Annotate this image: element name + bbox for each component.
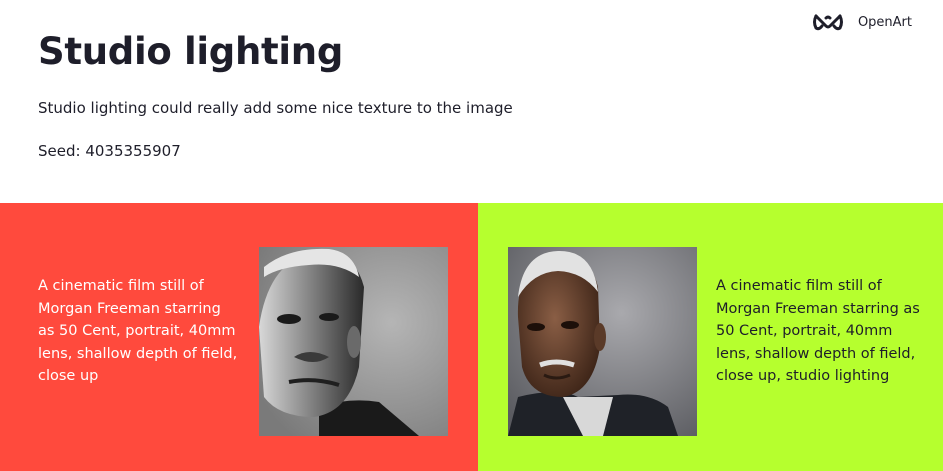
page-title: Studio lighting — [38, 30, 344, 73]
comparison-panel-right: A cinematic film still of Morgan Freeman… — [478, 203, 943, 471]
brand[interactable]: OpenArt — [812, 12, 912, 32]
bw-portrait-image — [259, 247, 448, 436]
seed-value: Seed: 4035355907 — [38, 142, 181, 160]
page: OpenArt Studio lighting Studio lighting … — [0, 0, 943, 471]
prompt-text-left: A cinematic film still of Morgan Freeman… — [38, 278, 238, 384]
color-portrait-image — [508, 247, 697, 436]
infinity-logo-icon — [812, 14, 843, 31]
prompt-text-right: A cinematic film still of Morgan Freeman… — [716, 278, 920, 384]
brand-name: OpenArt — [857, 14, 912, 30]
comparison-panel-left: A cinematic film still of Morgan Freeman… — [0, 203, 478, 471]
page-subtitle: Studio lighting could really add some ni… — [38, 99, 513, 117]
